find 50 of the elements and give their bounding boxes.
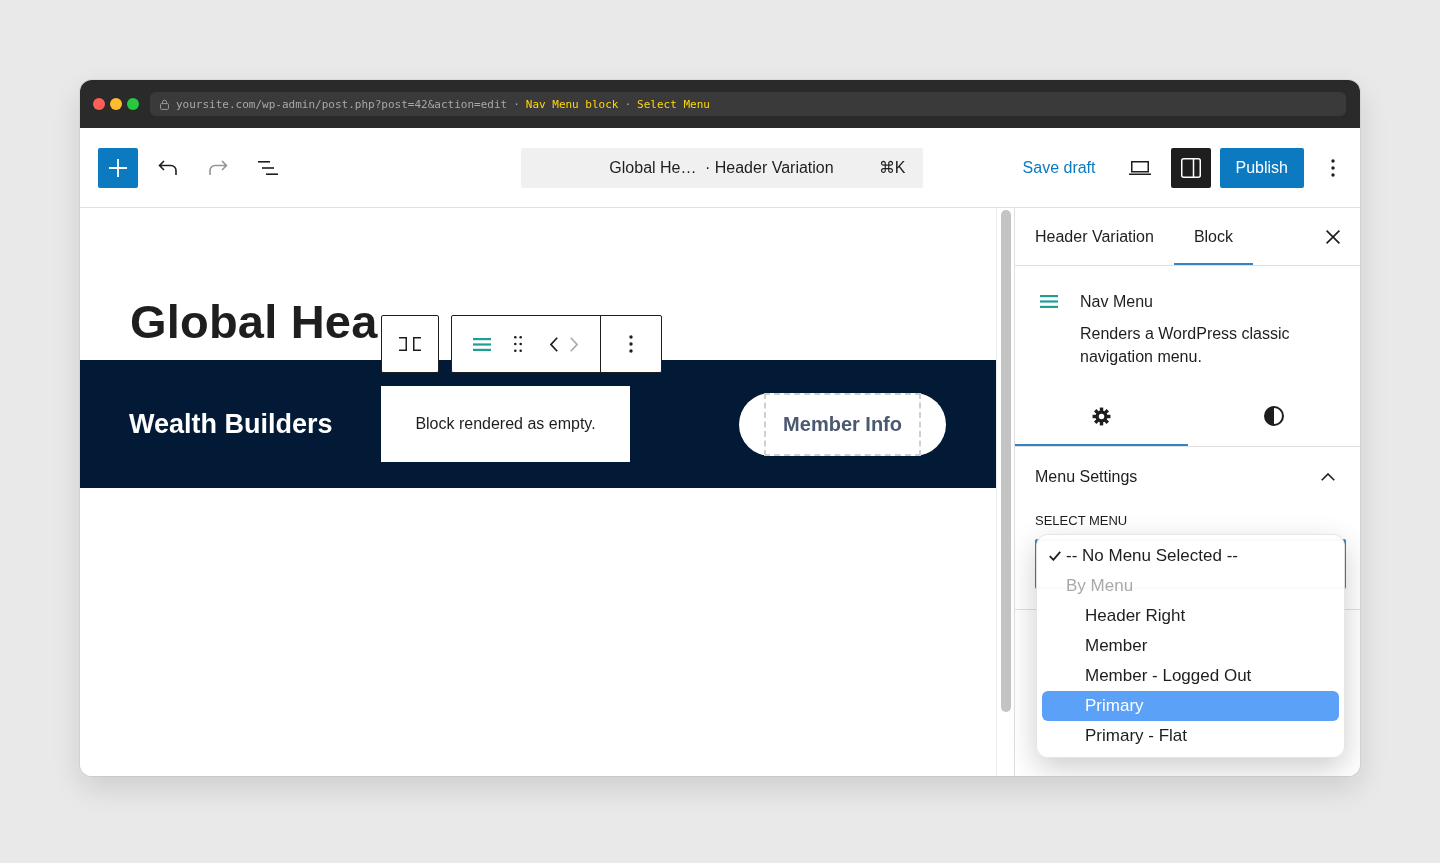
- sidebar-panel-icon: [1180, 157, 1201, 178]
- sidebar-tab[interactable]: Block: [1173, 208, 1253, 265]
- select-parent-button[interactable]: [381, 315, 439, 373]
- sidebar-tab[interactable]: Header Variation: [1015, 208, 1174, 265]
- gear-icon: [1091, 406, 1111, 426]
- save-draft-button[interactable]: Save draft: [1014, 147, 1104, 188]
- breadcrumb-separator: ·: [624, 97, 632, 111]
- option-group-label: By Menu: [1065, 575, 1135, 597]
- chevron-up-icon: [1321, 473, 1335, 481]
- breadcrumb-item: Nav Menu block: [525, 97, 619, 111]
- add-block-button[interactable]: [98, 147, 138, 188]
- drag-handle-icon: [514, 336, 522, 352]
- address-bar[interactable]: yoursite.com/wp-admin/post.php?post=42&action=edit · Nav Menu block · Select Menu: [150, 92, 1346, 116]
- lock-icon: [160, 98, 169, 110]
- laptop-icon: [1128, 160, 1151, 175]
- settings-toggle-button[interactable]: [1170, 147, 1211, 188]
- window-minimize-icon[interactable]: [110, 98, 122, 110]
- breadcrumb-separator: ·: [513, 97, 520, 111]
- dropdown-option[interactable]: Member - Logged Out: [1042, 661, 1339, 691]
- member-info-button[interactable]: Member Info: [739, 392, 946, 456]
- close-icon: [1326, 229, 1340, 244]
- menu-icon: [473, 337, 491, 351]
- site-title: Wealth Builders: [129, 408, 333, 439]
- block-title: Nav Menu: [1080, 292, 1153, 312]
- url-text: yoursite.com/wp-admin/post.php?post=42&action=edit: [176, 97, 508, 111]
- panel-toggle[interactable]: Menu Settings: [1035, 447, 1340, 507]
- more-options-icon: [1331, 158, 1335, 177]
- dropdown-option[interactable]: Member: [1042, 631, 1339, 661]
- menu-icon: [1040, 295, 1058, 308]
- publish-button[interactable]: Publish: [1219, 147, 1304, 188]
- page-heading: Global Hea: [130, 294, 378, 350]
- more-options-icon: [629, 335, 633, 353]
- dropdown-option[interactable]: -- No Menu Selected --: [1042, 541, 1339, 571]
- command-bar[interactable]: Global He… · Header Variation ⌘K: [520, 147, 923, 188]
- window-close-icon[interactable]: [93, 98, 105, 110]
- plus-icon: [109, 158, 127, 177]
- scrollbar-thumb[interactable]: [1001, 210, 1011, 712]
- window-zoom-icon[interactable]: [127, 98, 139, 110]
- breadcrumb-item: Select Menu: [637, 97, 710, 111]
- contrast-icon: [1263, 406, 1284, 426]
- block-description: Renders a WordPress classic navigation menu.: [1080, 324, 1291, 367]
- brackets-icon: [399, 337, 421, 351]
- undo-icon: [158, 159, 178, 176]
- placeholder-box: Block rendered as empty.: [381, 386, 630, 462]
- dropdown-option[interactable]: Header Right: [1042, 601, 1339, 631]
- field-label: SELECT MENU: [1035, 513, 1128, 529]
- check-icon: [1049, 551, 1061, 561]
- list-view-icon: [258, 160, 278, 175]
- dropdown-option[interactable]: Primary - Flat: [1042, 721, 1339, 751]
- redo-icon: [208, 159, 228, 176]
